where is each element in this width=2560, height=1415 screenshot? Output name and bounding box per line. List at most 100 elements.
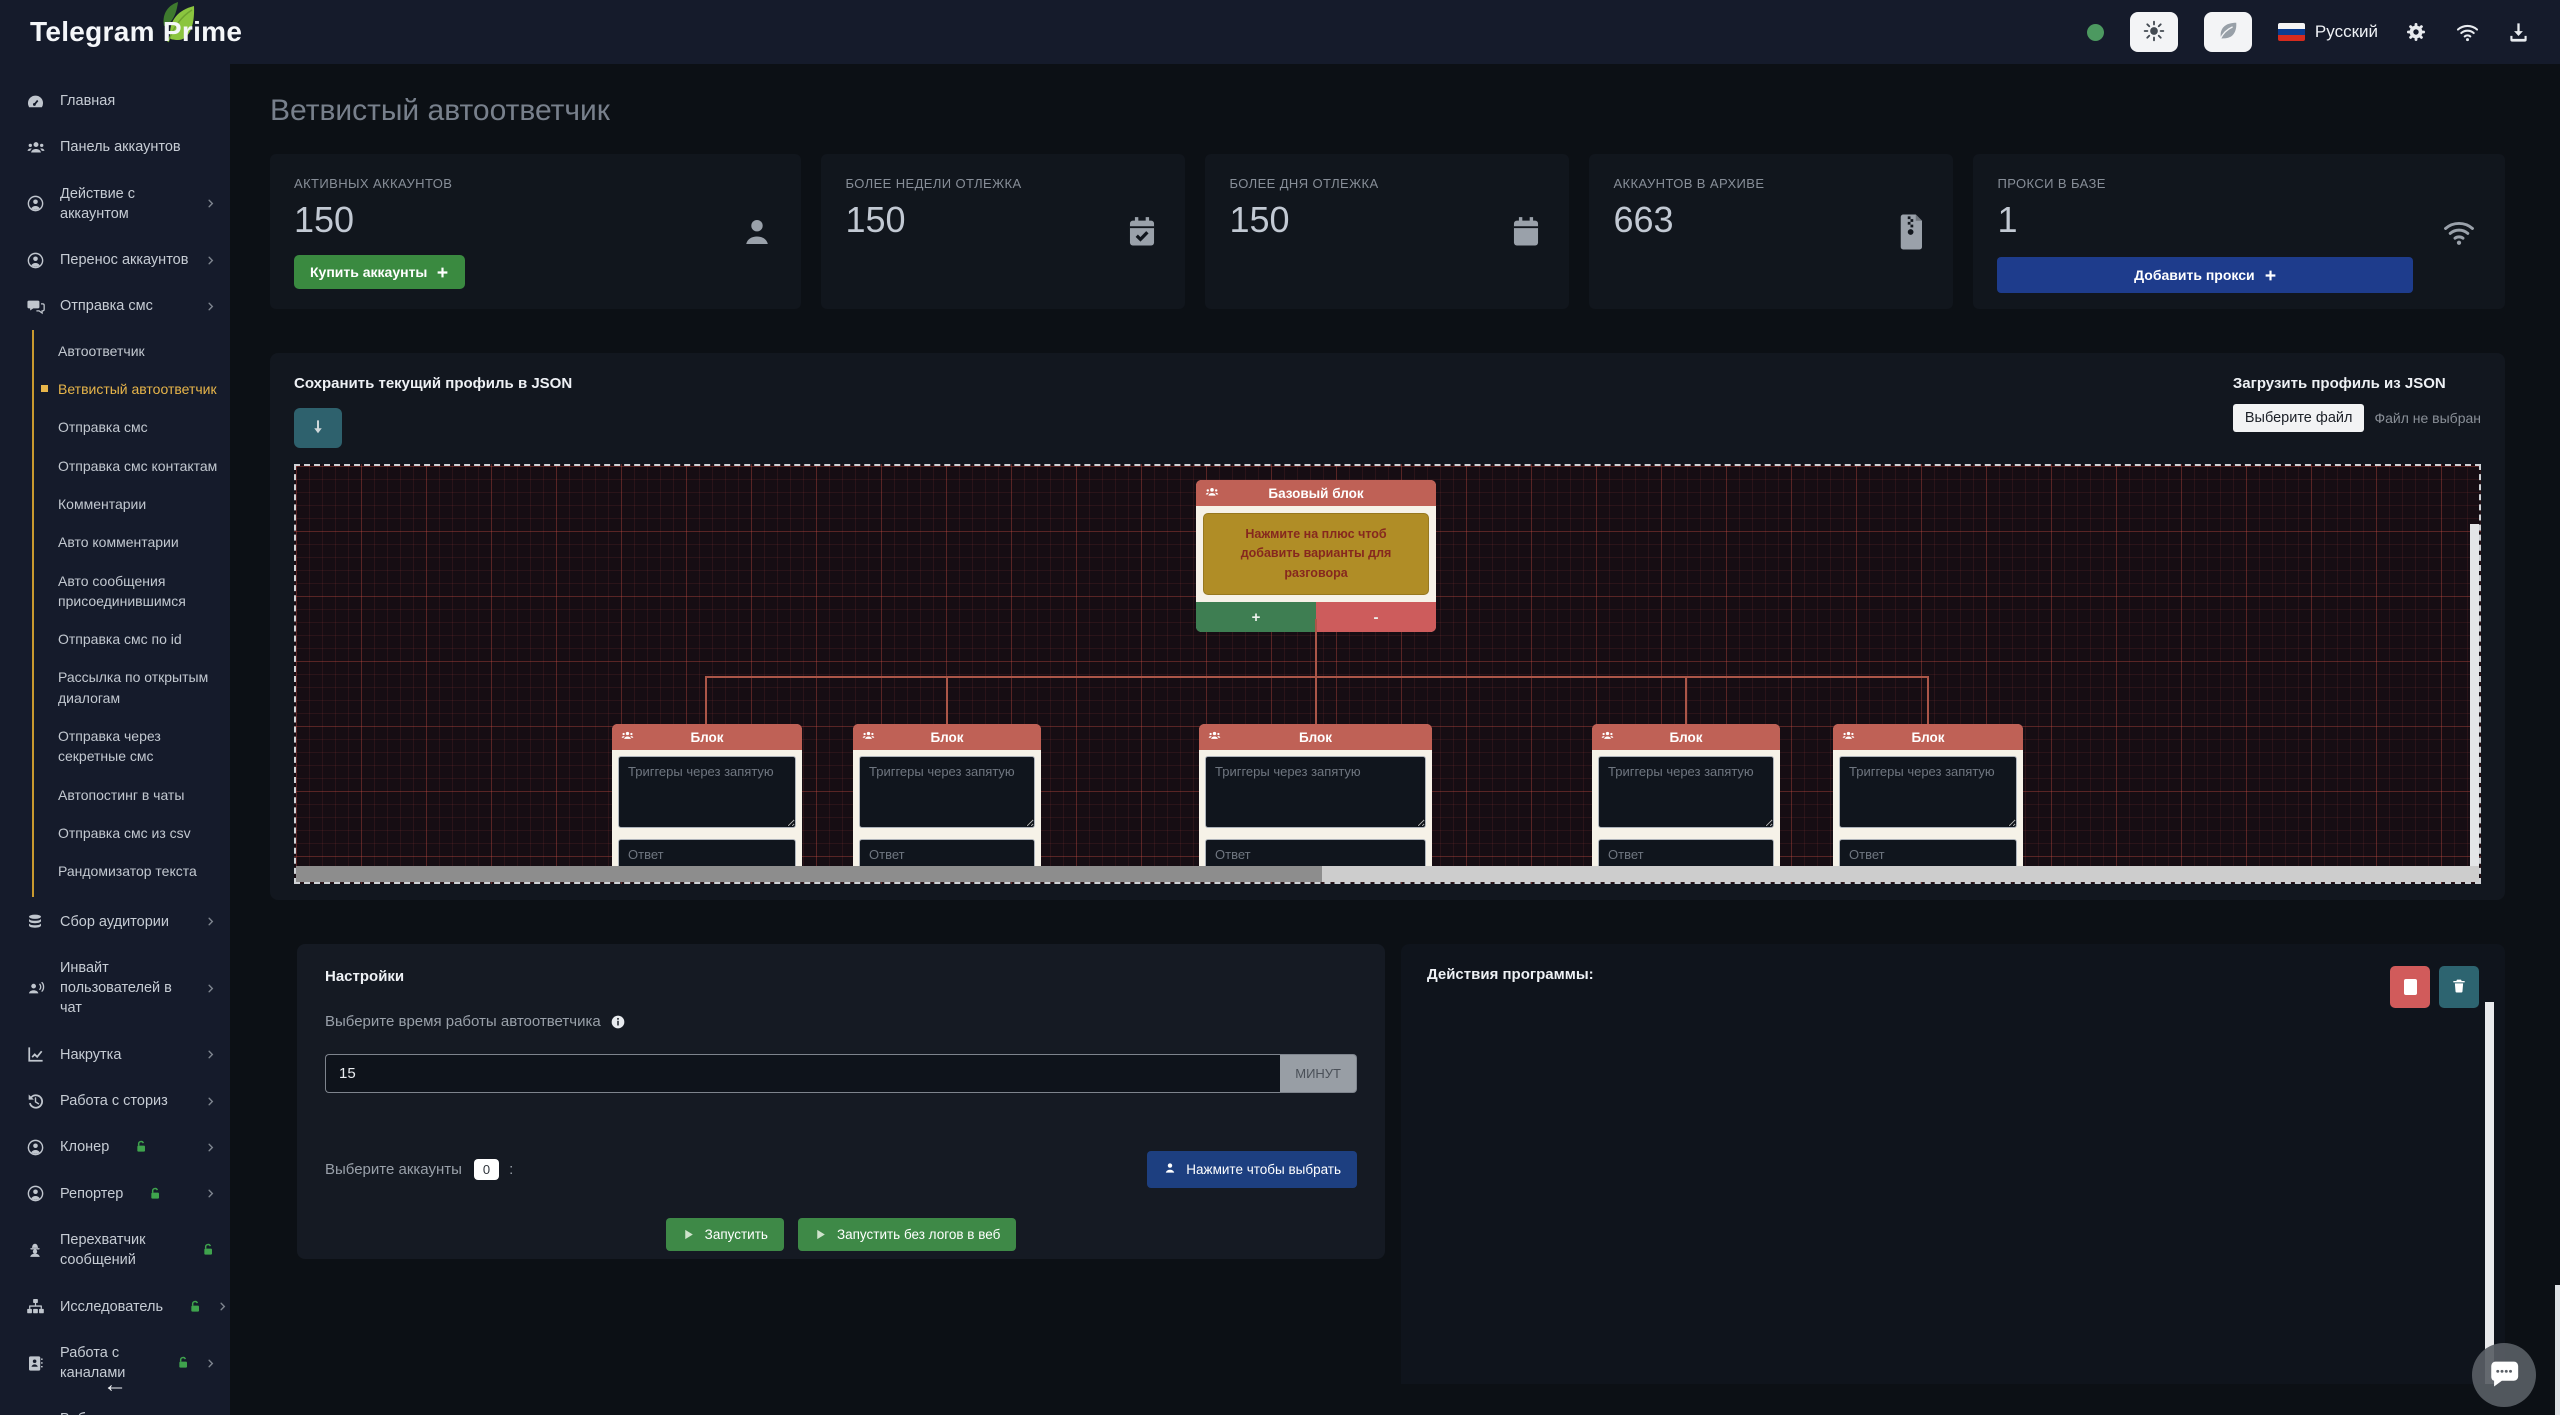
child-block-title: Блок — [1299, 730, 1332, 745]
child-block-header[interactable]: Блок — [1592, 724, 1780, 750]
program-action-buttons — [2390, 966, 2479, 1008]
sidebar-item-account-actions[interactable]: Действие с аккаунтом — [0, 171, 230, 238]
sidebar-subitem-branched-autoresponder[interactable]: Ветвистый автоответчик — [34, 370, 230, 408]
sidebar-subitem-sms-send[interactable]: Отправка смс — [34, 408, 230, 446]
sidebar-collapse-button[interactable]: ← — [0, 1371, 230, 1399]
choose-file-button[interactable]: Выберите файл — [2233, 404, 2365, 432]
log-vertical-scrollbar[interactable] — [2485, 1002, 2494, 1384]
child-block-header[interactable]: Блок — [1833, 724, 2023, 750]
download-icon[interactable] — [2507, 21, 2530, 44]
sidebar-subitem-text-randomizer[interactable]: Рандомизатор текста — [34, 852, 230, 890]
flag-ru-icon — [2278, 23, 2305, 41]
eco-mode-button[interactable] — [2204, 12, 2252, 52]
plus-icon — [2264, 269, 2277, 282]
stat-label: АКТИВНЫХ АККАУНТОВ — [294, 176, 777, 191]
canvas-vertical-scrollbar[interactable] — [2470, 524, 2479, 866]
stats-row: АКТИВНЫХ АККАУНТОВ 150 Купить аккаунты Б… — [270, 154, 2505, 309]
page-title: Ветвистый автоответчик — [270, 94, 2505, 128]
buy-accounts-button[interactable]: Купить аккаунты — [294, 255, 465, 289]
time-label: Выберите время работы автоответчика — [325, 1013, 601, 1030]
chevron-right-icon — [205, 1049, 216, 1060]
arrow-down-icon — [308, 417, 328, 440]
sidebar-item-invite-users[interactable]: Инвайт пользователей в чат — [0, 945, 230, 1032]
sidebar-item-message-interceptor[interactable]: Перехватчик сообщений — [0, 1217, 230, 1284]
sidebar-item-stories[interactable]: Работа с сториз — [0, 1078, 230, 1124]
sidebar-subitem-open-dialogs[interactable]: Рассылка по открытым диалогам — [34, 658, 230, 717]
leaf-icon — [2217, 20, 2239, 45]
sidebar-subitem-autoposting[interactable]: Автопостинг в чаты — [34, 776, 230, 814]
sidebar-subitem-auto-messages-joined[interactable]: Авто сообщения присоединившимся — [34, 562, 230, 621]
sidebar-subitem-comments[interactable]: Комментарии — [34, 485, 230, 523]
triggers-textarea[interactable] — [1839, 756, 2017, 828]
connector-horizontal — [705, 676, 1929, 678]
triggers-textarea[interactable] — [618, 756, 796, 828]
stat-value: 150 — [1229, 199, 1545, 241]
colon-text: : — [509, 1161, 513, 1178]
stop-icon — [2404, 979, 2417, 995]
remove-branch-button[interactable]: - — [1316, 602, 1436, 632]
run-no-weblogs-button[interactable]: Запустить без логов в веб — [798, 1218, 1016, 1251]
info-icon[interactable] — [610, 1014, 626, 1030]
time-input[interactable] — [325, 1054, 1280, 1093]
sidebar-item-label: Репортер — [60, 1184, 123, 1204]
sidebar-item-sms-sending[interactable]: Отправка смс — [0, 283, 230, 329]
child-block-header[interactable]: Блок — [1199, 724, 1432, 750]
unlock-icon — [133, 1139, 149, 1155]
sidebar-item-boosting[interactable]: Накрутка — [0, 1032, 230, 1078]
file-input[interactable]: Выберите файл Файл не выбран — [2233, 404, 2481, 432]
sidebar-item-web-deploy[interactable]: Веб развертывание аккаунта — [0, 1396, 230, 1415]
add-branch-button[interactable]: + — [1196, 602, 1316, 632]
sidebar-item-account-transfer[interactable]: Перенос аккаунтов — [0, 237, 230, 283]
wifi-icon — [2439, 215, 2479, 249]
scrollbar-thumb[interactable] — [1322, 866, 2479, 882]
canvas-horizontal-scrollbar[interactable] — [296, 866, 2479, 882]
settings-gear-icon[interactable] — [2404, 20, 2428, 44]
sidebar-subitem-sms-by-id[interactable]: Отправка смс по id — [34, 620, 230, 658]
file-status-text: Файл не выбран — [2374, 410, 2481, 426]
user-circle-icon — [26, 194, 46, 213]
triggers-textarea[interactable] — [859, 756, 1035, 828]
base-block: Базовый блок Нажмите на плюс чтоб добави… — [1196, 480, 1436, 632]
triggers-textarea[interactable] — [1205, 756, 1426, 828]
select-accounts-label: Нажмите чтобы выбрать — [1186, 1162, 1341, 1177]
chat-bubble-icon — [2487, 1356, 2521, 1395]
stop-button[interactable] — [2390, 966, 2430, 1008]
comments-icon — [26, 297, 46, 316]
sidebar-subitem-auto-comments[interactable]: Авто комментарии — [34, 523, 230, 561]
language-selector[interactable]: Русский — [2278, 22, 2378, 42]
sidebar-item-accounts-panel[interactable]: Панель аккаунтов — [0, 124, 230, 170]
sidebar-item-cloner[interactable]: Клонер — [0, 1124, 230, 1170]
user-circle-icon — [26, 1184, 46, 1203]
sidebar-subitem-sms-from-csv[interactable]: Отправка смс из csv — [34, 814, 230, 852]
users-icon — [1841, 729, 1856, 742]
file-archive-icon — [1897, 213, 1927, 251]
child-block-header[interactable]: Блок — [853, 724, 1041, 750]
page-scrollbar[interactable] — [2555, 1285, 2560, 1415]
chart-line-icon — [26, 1045, 46, 1064]
sidebar-subitem-autoresponder[interactable]: Автоответчик — [34, 332, 230, 370]
clear-log-button[interactable] — [2439, 966, 2479, 1008]
chat-support-button[interactable] — [2472, 1343, 2536, 1407]
load-profile-label: Загрузить профиль из JSON — [2233, 375, 2481, 392]
run-button[interactable]: Запустить — [666, 1218, 784, 1251]
theme-toggle-button[interactable] — [2130, 12, 2178, 52]
sidebar-item-researcher[interactable]: Исследователь — [0, 1284, 230, 1330]
select-accounts-button[interactable]: Нажмите чтобы выбрать — [1147, 1151, 1357, 1188]
chevron-right-icon — [205, 1096, 216, 1107]
base-block-header[interactable]: Базовый блок — [1196, 480, 1436, 506]
wifi-icon[interactable] — [2454, 20, 2481, 44]
download-json-button[interactable] — [294, 408, 342, 448]
sun-icon — [2143, 20, 2165, 45]
sitemap-icon — [26, 1297, 46, 1316]
sidebar-item-reporter[interactable]: Репортер — [0, 1171, 230, 1217]
stat-value: 663 — [1613, 199, 1929, 241]
sidebar-item-home[interactable]: Главная — [0, 78, 230, 124]
sidebar-item-audience-collection[interactable]: Сбор аудитории — [0, 899, 230, 945]
sidebar-subitem-secret-sms[interactable]: Отправка через секретные смс — [34, 717, 230, 776]
child-block-title: Блок — [1911, 730, 1944, 745]
triggers-textarea[interactable] — [1598, 756, 1774, 828]
add-proxy-button[interactable]: Добавить прокси — [1997, 257, 2413, 293]
run-label: Запустить — [705, 1227, 768, 1242]
child-block-header[interactable]: Блок — [612, 724, 802, 750]
sidebar-subitem-sms-contacts[interactable]: Отправка смс контактам — [34, 447, 230, 485]
